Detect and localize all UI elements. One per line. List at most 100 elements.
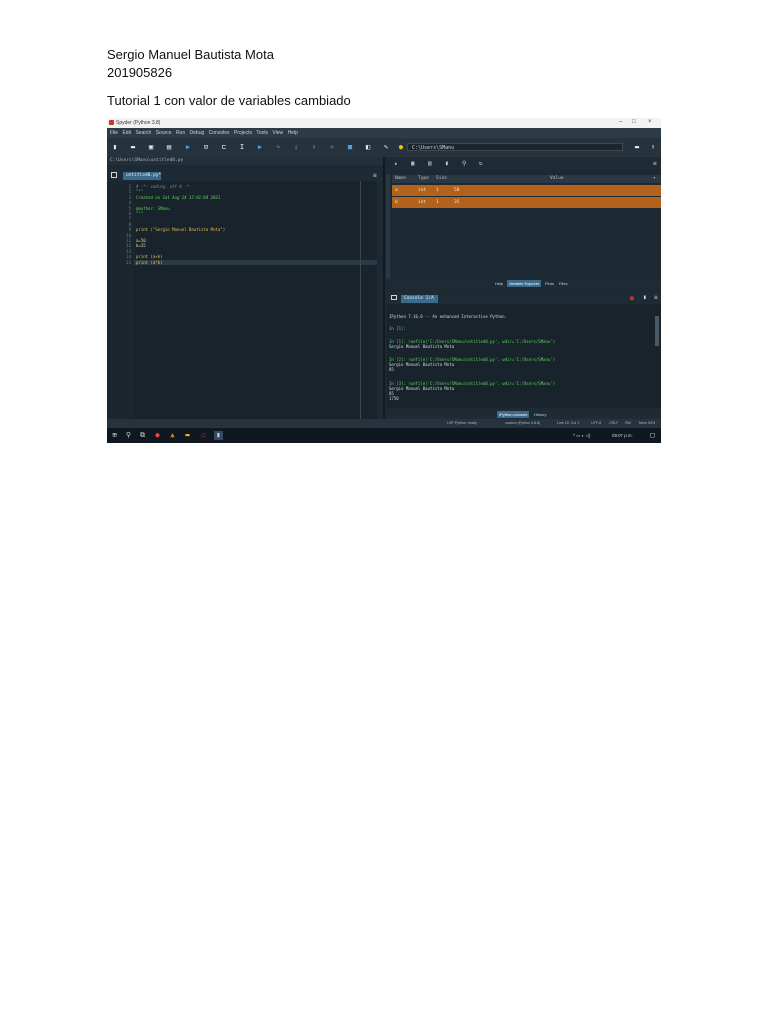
browse-tabs-icon[interactable] — [111, 172, 117, 178]
column-name[interactable]: Name — [395, 175, 406, 183]
console-scrollbar[interactable] — [655, 316, 659, 346]
memory-usage: Mem 54% — [639, 421, 656, 425]
save-data-icon[interactable]: ▣ — [411, 160, 415, 167]
editor-tab-bar: untitled0.py* × ≡ — [107, 170, 383, 186]
menu-tools[interactable]: Tools — [256, 130, 268, 136]
refresh-icon[interactable]: ↻ — [479, 160, 483, 167]
code-line: b=35 — [136, 243, 146, 249]
menu-projects[interactable]: Projects — [234, 130, 252, 136]
ipython-console[interactable]: IPython 7.16.0 -- An enhanced Interactiv… — [387, 304, 661, 408]
taskbar-app-icon[interactable]: ▮ — [214, 431, 223, 440]
step-return-icon[interactable]: ↑ — [310, 143, 318, 151]
run-selection-icon[interactable]: I — [238, 143, 246, 151]
run-cell-advance-icon[interactable]: ⊏ — [220, 143, 228, 151]
menu-source[interactable]: Source — [156, 130, 172, 136]
save-all-icon[interactable]: ▤ — [165, 143, 173, 151]
interrupt-kernel-icon[interactable]: ■ — [630, 295, 634, 302]
save-icon[interactable]: ▣ — [147, 143, 155, 151]
tab-console-1[interactable]: Console 1/A × — [401, 295, 438, 309]
console-line: In [1]: — [389, 326, 406, 331]
save-data-as-icon[interactable]: ▤ — [428, 160, 432, 167]
code-line: Created on Sat Aug 14 17:01:04 2021 — [136, 194, 221, 200]
python-path-icon[interactable]: ● — [397, 143, 405, 151]
taskbar-app-icon[interactable]: ▲ — [168, 431, 177, 440]
taskbar-app-icon[interactable]: ○ — [199, 431, 208, 440]
column-menu-icon[interactable]: ▾ — [653, 175, 656, 183]
menu-file[interactable]: File — [110, 130, 118, 136]
variable-value: 35 — [454, 200, 460, 205]
lower-pane-tabs: IPython console History — [387, 410, 661, 419]
menu-consoles[interactable]: Consoles — [209, 130, 230, 136]
working-directory-input[interactable]: C:\Users\SManu — [407, 143, 623, 151]
continue-icon[interactable]: » — [328, 143, 336, 151]
system-tray-icons[interactable]: ^ ▭ ◐ ◁) — [573, 431, 590, 440]
code-line: print ("Sergio Manuel Bautista Mota") — [136, 227, 226, 233]
new-file-icon[interactable]: ▮ — [111, 143, 119, 151]
variable-size: 1 — [436, 200, 439, 205]
maximize-button[interactable]: □ — [632, 119, 636, 125]
column-type[interactable]: Type — [418, 175, 429, 183]
file-permissions: RW — [625, 421, 631, 425]
import-data-icon[interactable]: ▴ — [394, 160, 398, 167]
minimize-button[interactable]: – — [619, 119, 622, 125]
line-number-gutter: 1 2 3 4 5 6 7 8 9 10 11 12 13 14 15 — [107, 181, 134, 426]
tab-plots[interactable]: Plots — [543, 280, 556, 287]
tab-variable-explorer[interactable]: Variable Explorer — [507, 280, 542, 287]
notifications-icon[interactable]: □ — [648, 431, 657, 440]
remove-variables-icon[interactable]: ▮ — [445, 160, 449, 167]
code-editor[interactable]: 1 2 3 4 5 6 7 8 9 10 11 12 13 14 15 # -*… — [107, 181, 377, 426]
browse-console-tabs-icon[interactable] — [391, 295, 397, 300]
stop-debug-icon[interactable]: ■ — [346, 143, 354, 151]
pane-splitter[interactable] — [383, 157, 385, 427]
document-heading: Tutorial 1 con valor de variables cambia… — [107, 93, 351, 108]
taskbar-search-icon[interactable]: ⚲ — [124, 431, 133, 440]
menu-help[interactable]: Help — [288, 130, 298, 136]
run-cell-icon[interactable]: ⊡ — [202, 143, 210, 151]
code-line: # -*- coding: utf-8 -*- — [136, 184, 192, 189]
start-button-icon[interactable]: ⊞ — [110, 431, 119, 440]
menu-view[interactable]: View — [272, 130, 283, 136]
variable-explorer-scrollbar[interactable] — [386, 174, 390, 280]
step-into-icon[interactable]: ↓ — [292, 143, 300, 151]
editor-options-icon[interactable]: ≡ — [373, 172, 377, 179]
tab-history[interactable]: History — [532, 411, 548, 418]
console-line: 85 — [389, 367, 394, 372]
task-view-icon[interactable]: ⧉ — [138, 431, 147, 440]
tab-untitled0[interactable]: untitled0.py* × — [123, 172, 161, 186]
upper-pane-tabs: Help Variable Explorer Plots Files — [387, 279, 661, 288]
column-value[interactable]: Value — [550, 175, 564, 183]
console-tab-bar: Console 1/A × ■ ▮ ≡ — [387, 292, 661, 309]
options-icon[interactable]: ≡ — [653, 160, 657, 167]
column-size[interactable]: Size — [436, 175, 447, 183]
console-line: Sergio Manuel Bautista Mota — [389, 362, 455, 367]
step-icon[interactable]: ↷ — [274, 143, 282, 151]
table-row[interactable]: b int 1 35 — [392, 197, 661, 208]
preferences-wrench-icon[interactable]: ✎ — [382, 143, 390, 151]
maximize-pane-icon[interactable]: ◧ — [364, 143, 372, 151]
console-options-icon[interactable]: ▮ — [643, 294, 647, 301]
menu-search[interactable]: Search — [135, 130, 151, 136]
menu-debug[interactable]: Debug — [190, 130, 205, 136]
search-icon[interactable]: ⚲ — [462, 160, 466, 167]
variable-name: a — [395, 188, 398, 193]
variable-type: int — [418, 200, 427, 205]
parent-directory-icon[interactable]: ↑ — [649, 143, 657, 151]
console-menu-icon[interactable]: ≡ — [654, 294, 658, 301]
menu-edit[interactable]: Edit — [122, 130, 131, 136]
menu-run[interactable]: Run — [176, 130, 185, 136]
open-file-icon[interactable]: ▬ — [129, 143, 137, 151]
close-button[interactable]: × — [648, 119, 652, 125]
tab-ipython-console[interactable]: IPython console — [497, 411, 530, 418]
console-line: 1750 — [389, 396, 399, 401]
taskbar-app-icon[interactable]: ● — [153, 431, 162, 440]
debug-icon[interactable]: ▶ — [256, 143, 264, 151]
run-icon[interactable]: ▶ — [184, 143, 192, 151]
table-row[interactable]: a int 1 50 — [392, 185, 661, 196]
tab-files[interactable]: Files — [557, 280, 569, 287]
tab-help[interactable]: Help — [493, 280, 505, 287]
browse-folder-icon[interactable]: ▬ — [633, 143, 641, 151]
variable-table-header: Name Type Size Value ▾ — [392, 175, 661, 183]
file-explorer-icon[interactable]: ▬ — [183, 431, 192, 440]
author-name: Sergio Manuel Bautista Mota — [107, 47, 274, 62]
editor-breadcrumb: C:\Users\SManu\untitled0.py — [107, 157, 385, 165]
